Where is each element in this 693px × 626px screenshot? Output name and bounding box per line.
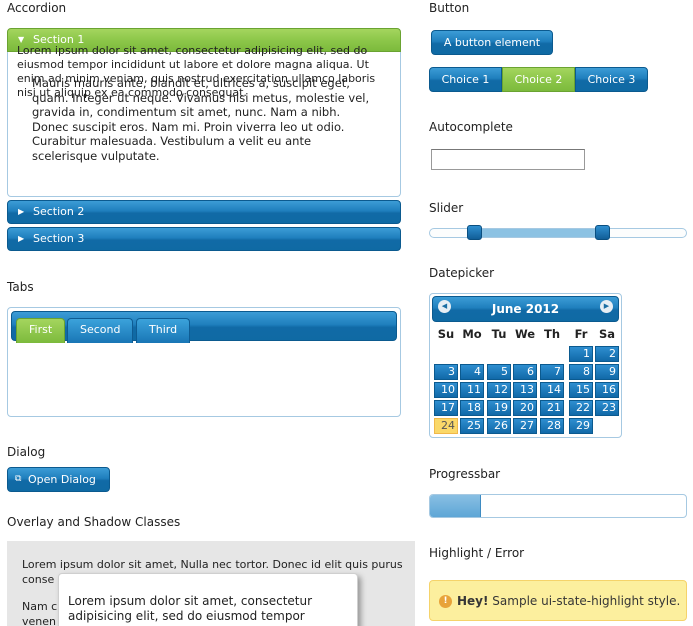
weekday-label: Th <box>543 327 561 341</box>
overlay-text-line: conse <box>22 573 55 586</box>
weekday-label: Tu <box>491 327 507 341</box>
datepicker-day[interactable]: 4 <box>460 364 484 380</box>
weekday-label: We <box>514 327 536 341</box>
datepicker-month-label: June 2012 <box>491 302 560 316</box>
choice-1-button[interactable]: Choice 1 <box>429 67 502 92</box>
datepicker-day[interactable]: 18 <box>460 400 484 416</box>
datepicker-day[interactable]: 19 <box>487 400 511 416</box>
autocomplete-input[interactable] <box>431 149 585 170</box>
highlight-strong: Hey! <box>457 594 489 608</box>
datepicker-day[interactable]: 29 <box>569 418 593 434</box>
overlay-text-line: Lorem ipsum dolor sit amet, Nulla nec to… <box>22 558 403 571</box>
progressbar-heading: Progressbar <box>429 467 501 481</box>
datepicker-day[interactable]: 9 <box>595 364 619 380</box>
open-dialog-label: Open Dialog <box>28 473 96 486</box>
progressbar <box>429 494 687 518</box>
choice-3-button[interactable]: Choice 3 <box>575 67 648 92</box>
datepicker-heading: Datepicker <box>429 266 495 280</box>
datepicker-day-today[interactable]: 24 <box>434 418 458 434</box>
triangle-right-icon: ▶ <box>18 207 25 216</box>
info-icon: ! <box>439 595 452 608</box>
datepicker-day[interactable]: 6 <box>513 364 537 380</box>
tabs-heading: Tabs <box>7 280 34 294</box>
highlight-heading: Highlight / Error <box>429 546 525 560</box>
datepicker-day[interactable]: 15 <box>569 382 593 398</box>
datepicker-day[interactable]: 1 <box>569 346 593 362</box>
tab-first[interactable]: First <box>16 318 66 343</box>
progressbar-fill <box>430 495 482 517</box>
highlight-text: Sample ui-state-highlight style. <box>488 594 681 608</box>
datepicker-day[interactable]: 2 <box>595 346 619 362</box>
slider-handle-end[interactable] <box>595 225 610 240</box>
weekday-label: Mo <box>462 327 482 341</box>
accordion-section-label: Section 2 <box>33 205 85 218</box>
datepicker-day[interactable]: 25 <box>460 418 484 434</box>
accordion-section-3[interactable]: ▶ Section 3 <box>7 227 401 251</box>
datepicker-day[interactable]: 28 <box>540 418 564 434</box>
button-heading: Button <box>429 1 470 15</box>
datepicker-day[interactable]: 7 <box>540 364 564 380</box>
triangle-right-icon: ▶ <box>18 234 25 243</box>
accordion-section-2[interactable]: ▶ Section 2 <box>7 200 401 224</box>
weekday-label: Sa <box>598 327 616 341</box>
tabs-widget: First Second Third <box>7 307 401 417</box>
datepicker: June 2012 ◀ ▶ Su Mo Tu We Th Fr Sa 1 2 3 4 5 6 7 8 9 10 1… <box>429 293 622 438</box>
datepicker-day[interactable]: 23 <box>595 400 619 416</box>
overlay-text-line: venen <box>22 615 56 626</box>
slider-handle-start[interactable] <box>467 225 482 240</box>
weekday-label: Fr <box>574 327 588 341</box>
datepicker-day[interactable]: 17 <box>434 400 458 416</box>
tab-second[interactable]: Second <box>67 318 134 343</box>
datepicker-day[interactable]: 22 <box>569 400 593 416</box>
datepicker-day[interactable]: 11 <box>460 382 484 398</box>
open-dialog-button[interactable]: ⧉ Open Dialog <box>7 467 110 492</box>
prev-month-icon[interactable]: ◀ <box>438 300 451 313</box>
datepicker-day[interactable]: 13 <box>513 382 537 398</box>
datepicker-day[interactable]: 5 <box>487 364 511 380</box>
choice-2-button[interactable]: Choice 2 <box>502 67 575 92</box>
datepicker-day[interactable]: 8 <box>569 364 593 380</box>
accordion-section-label: Section 3 <box>33 232 85 245</box>
highlight-box: ! Hey! Sample ui-state-highlight style. <box>429 580 687 621</box>
datepicker-day[interactable]: 26 <box>487 418 511 434</box>
datepicker-header: June 2012 <box>432 296 619 322</box>
tabs-bar: First Second Third <box>11 311 397 343</box>
accordion-heading: Accordion <box>7 1 67 15</box>
tab-third[interactable]: Third <box>136 318 191 343</box>
overlay-text-line: Nam c <box>22 600 58 613</box>
new-window-icon: ⧉ <box>15 474 22 484</box>
tabs-panel: Lorem ipsum dolor sit amet, consectetur … <box>17 44 376 99</box>
datepicker-day[interactable]: 21 <box>540 400 564 416</box>
next-month-icon[interactable]: ▶ <box>600 300 613 313</box>
a-button-element[interactable]: A button element <box>431 30 553 55</box>
overlay-heading: Overlay and Shadow Classes <box>7 515 181 529</box>
slider-heading: Slider <box>429 201 464 215</box>
datepicker-day[interactable]: 14 <box>540 382 564 398</box>
dialog-heading: Dialog <box>7 445 46 459</box>
autocomplete-heading: Autocomplete <box>429 120 513 134</box>
shadow-box-text: Lorem ipsum dolor sit amet, consectetur … <box>68 594 313 623</box>
datepicker-day[interactable]: 10 <box>434 382 458 398</box>
datepicker-day[interactable]: 16 <box>595 382 619 398</box>
slider-range <box>474 229 602 237</box>
datepicker-day[interactable]: 20 <box>513 400 537 416</box>
datepicker-day[interactable]: 12 <box>487 382 511 398</box>
shadow-box: Lorem ipsum dolor sit amet, consectetur … <box>58 573 358 626</box>
datepicker-day[interactable]: 27 <box>513 418 537 434</box>
datepicker-day[interactable]: 3 <box>434 364 458 380</box>
weekday-label: Su <box>437 327 455 341</box>
